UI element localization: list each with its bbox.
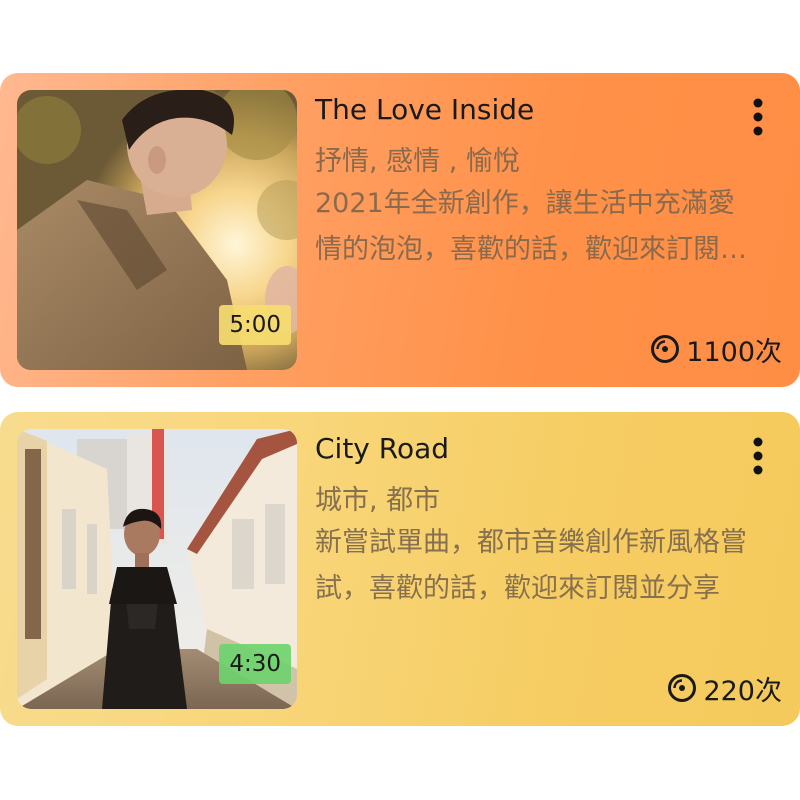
play-count: 220次 (667, 670, 782, 707)
disc-icon (650, 334, 680, 364)
song-list: 5:00 The Love Inside 抒情, 感情 , 愉悅 2021年全新… (0, 0, 800, 800)
song-tags: 抒情, 感情 , 愉悅 (315, 146, 520, 177)
song-thumbnail[interactable]: 4:30 (17, 429, 297, 709)
disc-icon (667, 673, 697, 703)
song-title[interactable]: City Road (315, 432, 449, 465)
song-description: 新嘗試單曲，都市音樂創作新風格嘗試，喜歡的話，歡迎來訂閱並分享 (315, 527, 747, 604)
more-vertical-icon[interactable] (746, 436, 770, 476)
song-description: 2021年全新創作，讓生活中充滿愛情的泡泡，喜歡的話，歡迎來訂閱並分享 (315, 188, 747, 265)
play-count-label: 220次 (703, 675, 782, 707)
song-card[interactable]: 5:00 The Love Inside 抒情, 感情 , 愉悅 2021年全新… (0, 73, 800, 387)
duration-badge: 4:30 (219, 644, 291, 684)
duration-badge: 5:00 (219, 305, 291, 345)
play-count-label: 1100次 (686, 336, 782, 368)
song-thumbnail[interactable]: 5:00 (17, 90, 297, 370)
more-vertical-icon[interactable] (746, 97, 770, 137)
song-title[interactable]: The Love Inside (315, 93, 534, 126)
song-card[interactable]: 4:30 City Road 城市, 都市 新嘗試單曲，都市音樂創作新風格嘗試，… (0, 412, 800, 726)
song-tags: 城市, 都市 (315, 485, 441, 516)
play-count: 1100次 (650, 331, 782, 368)
